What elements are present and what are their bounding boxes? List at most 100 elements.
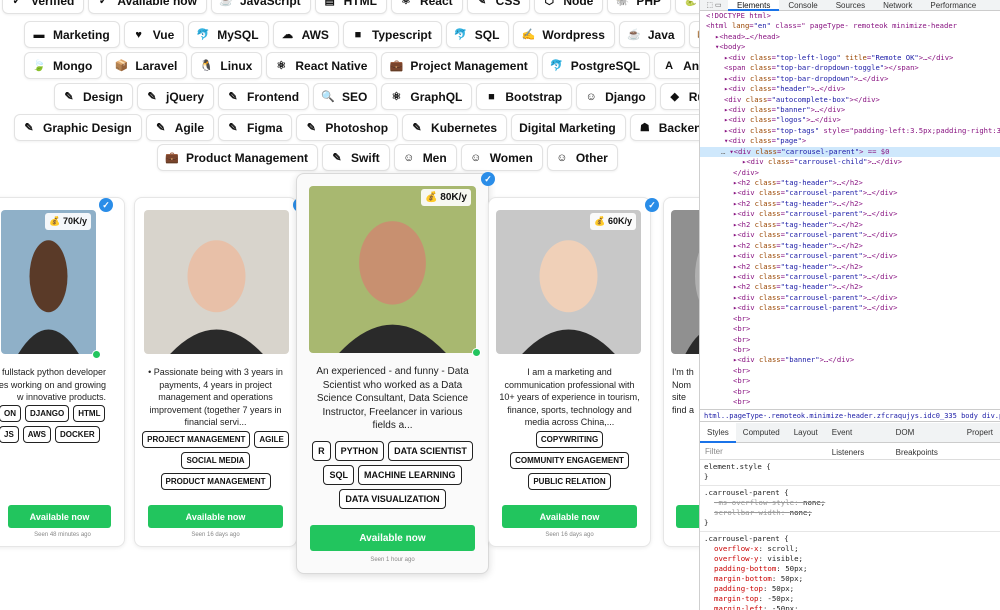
dom-node[interactable]: ▸<h2 class="tag-header">…</h2>: [700, 178, 1000, 188]
css-property[interactable]: scrollbar-width: none;: [704, 508, 996, 518]
styles-tab-event-listeners[interactable]: Event Listeners: [825, 423, 889, 457]
skill-chip-agile[interactable]: AGILE: [254, 431, 289, 448]
tag-marketing[interactable]: ▬ Marketing: [24, 21, 120, 48]
skill-chip-data-scientist[interactable]: DATA SCIENTIST: [388, 441, 473, 461]
dom-node[interactable]: ▸<head>…</head>: [700, 32, 1000, 42]
css-property[interactable]: padding-bottom: 50px;: [704, 564, 996, 574]
tag-git[interactable]: 📦Git: [688, 21, 699, 48]
dom-node[interactable]: <span class="top-bar-dropdown-toggle"></…: [700, 63, 1000, 73]
tag-php[interactable]: 🐘 PHP: [607, 0, 672, 14]
candidate-card[interactable]: I'm th Nom site find a Av: [663, 197, 699, 547]
dom-node[interactable]: <br>: [700, 387, 1000, 397]
dom-node[interactable]: ▸<div class="banner">…</div>: [700, 355, 1000, 365]
tag-graphql[interactable]: ⚛ GraphQL: [381, 83, 473, 110]
tag-javascript[interactable]: ☕ JavaScript: [210, 0, 311, 14]
available-now-button[interactable]: Available now: [8, 505, 111, 528]
dom-node[interactable]: ▾<body>: [700, 42, 1000, 52]
elements-tree[interactable]: <!DOCTYPE html> <html lang="en" class=" p…: [700, 11, 1000, 409]
dom-node[interactable]: ▸<div class="carrousel-parent">…</div>: [700, 272, 1000, 282]
css-property[interactable]: padding-top: 50px;: [704, 584, 996, 594]
breadcrumb[interactable]: html..pageType-.remoteok.minimize-header…: [700, 409, 1000, 422]
tag-backend[interactable]: ☗ Backend: [629, 114, 699, 141]
dom-node[interactable]: <br>: [700, 345, 1000, 355]
tag-wordpress[interactable]: ✍ Wordpress: [513, 21, 615, 48]
css-rule[interactable]: element.style {}: [700, 460, 1000, 486]
dom-node[interactable]: ▸<h2 class="tag-header">…</h2>: [700, 220, 1000, 230]
css-property[interactable]: overflow-x: scroll;: [704, 544, 996, 554]
tag-angular[interactable]: A Angular: [654, 52, 699, 79]
tag-node[interactable]: ⬡ Node: [534, 0, 604, 14]
tag-react[interactable]: ⚛ React: [390, 0, 463, 14]
dom-node[interactable]: <br>: [700, 397, 1000, 407]
styles-tab-styles[interactable]: Styles: [700, 422, 736, 443]
candidate-photo[interactable]: [671, 210, 699, 354]
css-property[interactable]: margin-left: -50px;: [704, 604, 996, 610]
dom-node[interactable]: <html lang="en" class=" pageType- remote…: [700, 21, 1000, 31]
dom-node[interactable]: ▸<div class="carrousel-parent">…</div>: [700, 293, 1000, 303]
dom-node[interactable]: <br>: [700, 376, 1000, 386]
styles-tab-dom-breakpoints[interactable]: DOM Breakpoints: [889, 423, 960, 457]
tag-project-management[interactable]: 💼 Project Management: [381, 52, 538, 79]
skill-chip-project-management[interactable]: PROJECT MANAGEMENT: [142, 431, 251, 448]
candidate-photo[interactable]: [496, 210, 641, 354]
tag-men[interactable]: ☺ Men: [393, 144, 457, 171]
styles-tab-propert[interactable]: Propert: [960, 423, 1000, 443]
styles-tab-layout[interactable]: Layout: [787, 423, 825, 443]
tag-python[interactable]: 🐍Python: [675, 0, 699, 14]
available-now-button[interactable]: Available now: [502, 505, 637, 528]
skill-chip-aws[interactable]: AWS: [22, 426, 52, 443]
tag-seo[interactable]: 🔍 SEO: [313, 83, 378, 110]
skill-chip-copywriting[interactable]: COPYWRITING: [535, 431, 604, 448]
tag-available-now[interactable]: ✓ Available now: [88, 0, 207, 14]
dom-node[interactable]: <br>: [700, 335, 1000, 345]
skill-chip-data-visualization[interactable]: DATA VISUALIZATION: [339, 489, 446, 509]
dom-node[interactable]: ▸<div class="carrousel-child">…</div>: [700, 157, 1000, 167]
css-property[interactable]: margin-top: -50px;: [704, 594, 996, 604]
devtools-tab-console[interactable]: Console: [779, 0, 826, 11]
skill-chip-on[interactable]: ON: [0, 405, 21, 422]
tag-jquery[interactable]: ✎ jQuery: [137, 83, 215, 110]
tag-graphic-design[interactable]: ✎ Graphic Design: [14, 114, 142, 141]
tag-ruby[interactable]: ◆ Ruby: [659, 83, 699, 110]
skill-chip-docker[interactable]: DOCKER: [55, 426, 100, 443]
skill-chip-r[interactable]: R: [312, 441, 331, 461]
dom-node[interactable]: ▸<div class="carrousel-parent">…</div>: [700, 209, 1000, 219]
css-property[interactable]: -ms-overflow-style: none;: [704, 498, 996, 508]
dom-node[interactable]: ▸<h2 class="tag-header">…</h2>: [700, 282, 1000, 292]
tag-html[interactable]: ▤ HTML: [314, 0, 387, 14]
skill-chip-product-management[interactable]: PRODUCT MANAGEMENT: [160, 473, 271, 490]
css-property[interactable]: overflow-y: visible;: [704, 554, 996, 564]
dom-node[interactable]: ▸<div class="top-bar-dropdown">…</div>: [700, 74, 1000, 84]
skill-chip-django[interactable]: DJANGO: [25, 405, 70, 422]
css-rule[interactable]: .carrousel-parent {overflow-x: scroll; ov…: [700, 532, 1000, 610]
tag-kubernetes[interactable]: ✎ Kubernetes: [402, 114, 508, 141]
tag-postgresql[interactable]: 🐬 PostgreSQL: [541, 52, 651, 79]
dom-node[interactable]: </div>: [700, 168, 1000, 178]
tag-typescript[interactable]: ■ Typescript: [342, 21, 442, 48]
candidate-photo[interactable]: [144, 210, 289, 354]
skill-chip-python[interactable]: PYTHON: [334, 441, 385, 461]
available-now-button[interactable]: Av: [676, 505, 699, 528]
dom-node[interactable]: ▸<div class="carrousel-parent">…</div>: [700, 251, 1000, 261]
tag-frontend[interactable]: ✎ Frontend: [218, 83, 310, 110]
skill-chip-js[interactable]: JS: [0, 426, 19, 443]
devtools-tab-sources[interactable]: Sources: [827, 0, 874, 11]
available-now-button[interactable]: Available now: [310, 525, 475, 551]
dom-node[interactable]: ▸<div class="carrousel-parent">…</div>: [700, 188, 1000, 198]
tag-women[interactable]: ☺ Women: [460, 144, 543, 171]
dom-node[interactable]: <br>: [700, 324, 1000, 334]
tag-other[interactable]: ☺ Other: [546, 144, 618, 171]
dom-node[interactable]: <!DOCTYPE html>: [700, 11, 1000, 21]
dom-node[interactable]: ▸<h2 class="tag-header">…</h2>: [700, 199, 1000, 209]
dom-node[interactable]: <br>: [700, 366, 1000, 376]
tag-laravel[interactable]: 📦 Laravel: [106, 52, 188, 79]
dom-node[interactable]: ▸<h2 class="tag-header">…</h2>: [700, 241, 1000, 251]
tag-linux[interactable]: 🐧 Linux: [191, 52, 263, 79]
candidate-card[interactable]: 💰 70K/y✓fullstack python developer ves w…: [0, 197, 125, 547]
devtools-tab-network[interactable]: Network: [874, 0, 921, 11]
tag-verified[interactable]: ✓ Verified: [2, 0, 85, 14]
skill-chip-sql[interactable]: SQL: [323, 465, 354, 485]
skill-chip-public-relation[interactable]: PUBLIC RELATION: [528, 473, 611, 490]
dom-node[interactable]: ▸<h2 class="tag-header">…</h2>: [700, 262, 1000, 272]
css-rule[interactable]: .carrousel-parent {-ms-overflow-style: n…: [700, 486, 1000, 532]
